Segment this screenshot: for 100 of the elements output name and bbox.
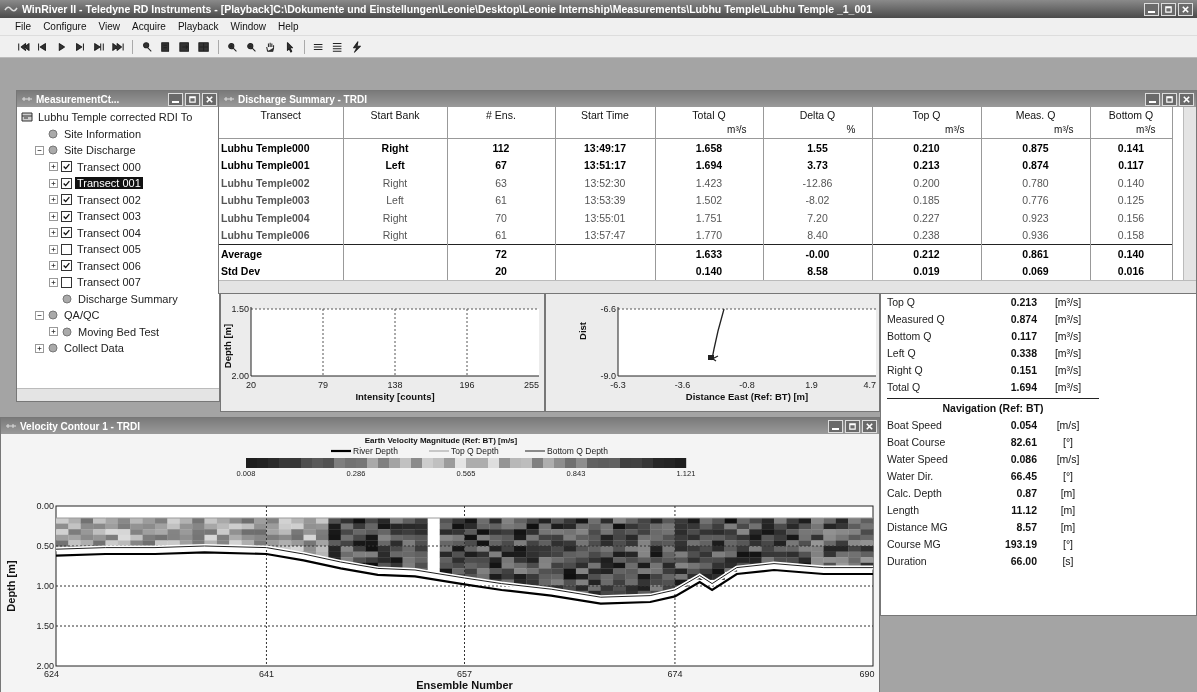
tick-label: 657: [457, 669, 472, 679]
vertical-scrollbar[interactable]: [1183, 107, 1196, 280]
column-header[interactable]: Top Q: [874, 108, 979, 123]
field-label: Course MG: [887, 537, 942, 552]
tree-item[interactable]: Site Information: [62, 127, 144, 140]
maximize-button[interactable]: [845, 419, 860, 433]
menu-item[interactable]: View: [93, 21, 125, 32]
column-header[interactable]: Bottom Q: [1092, 108, 1170, 123]
checkbox[interactable]: [61, 276, 72, 288]
maximize-button[interactable]: [1162, 92, 1177, 106]
expander[interactable]: [49, 327, 58, 337]
bullet-icon: [61, 292, 73, 305]
tree-item[interactable]: QA/QC: [62, 309, 102, 322]
expander[interactable]: [49, 195, 58, 205]
ship-track-drawing: [708, 308, 725, 362]
menu-item[interactable]: Window: [225, 21, 272, 32]
minimize-button[interactable]: [828, 419, 843, 433]
expander[interactable]: [49, 277, 58, 287]
horizontal-scrollbar[interactable]: [17, 388, 219, 401]
column-header[interactable]: Delta Q: [765, 108, 870, 123]
bullet-icon: [61, 325, 73, 338]
legend-label: Bottom Q Depth: [547, 446, 608, 456]
tree-item[interactable]: Site Discharge: [62, 144, 138, 157]
tree-item[interactable]: Collect Data: [62, 342, 126, 355]
unit-label: %: [846, 124, 856, 135]
expander[interactable]: [49, 211, 58, 221]
checkbox[interactable]: [61, 210, 72, 222]
table-cell: Right: [381, 141, 409, 154]
menu-item[interactable]: Configure: [38, 21, 92, 32]
tree-item[interactable]: Transect 006: [75, 259, 143, 272]
close-button[interactable]: [862, 419, 877, 433]
tick-label: 2.00: [231, 371, 249, 381]
tick-label: 2.00: [36, 661, 54, 671]
maximize-icon: [188, 94, 197, 104]
checkbox[interactable]: [61, 177, 72, 189]
checkbox[interactable]: [61, 243, 72, 255]
tree-item[interactable]: Transect 007: [75, 276, 143, 289]
maximize-button[interactable]: [185, 92, 200, 106]
expander[interactable]: [35, 145, 44, 155]
axis-label: Ensemble Number: [416, 679, 513, 691]
tree-item[interactable]: Transect 005: [75, 243, 143, 256]
close-button[interactable]: [1179, 92, 1194, 106]
expander[interactable]: [49, 162, 58, 172]
column-header[interactable]: Start Time: [557, 108, 653, 123]
close-button[interactable]: [202, 92, 217, 106]
minimize-button[interactable]: [168, 92, 183, 106]
field-label: Left Q: [887, 346, 917, 361]
table-cell: 0.141: [1117, 141, 1145, 154]
menu-item[interactable]: File: [10, 21, 37, 32]
tick-label: 79: [318, 380, 328, 390]
expander[interactable]: [35, 343, 44, 353]
close-button[interactable]: [1178, 2, 1193, 16]
field-value: 8.57: [1015, 520, 1037, 535]
column-header[interactable]: Start Bank: [345, 108, 445, 123]
checkbox[interactable]: [61, 161, 72, 173]
menu-item[interactable]: Help: [273, 21, 304, 32]
expander[interactable]: [49, 261, 58, 271]
menu-item[interactable]: Acquire: [127, 21, 171, 32]
table-cell: 0.227: [913, 211, 940, 224]
table-cell: Lubhu Temple000: [221, 141, 310, 154]
horizontal-scrollbar[interactable]: [219, 280, 1196, 293]
field-label: Boat Speed: [887, 418, 943, 433]
plus-icon: [50, 229, 57, 237]
maximize-icon: [848, 421, 857, 431]
tree-item[interactable]: Transect 000: [75, 160, 143, 173]
tree-item[interactable]: Discharge Summary: [76, 292, 180, 305]
legend-line: [524, 450, 546, 452]
column-header[interactable]: # Ens.: [449, 108, 553, 123]
table-cell: 61: [495, 229, 507, 242]
expander[interactable]: [49, 244, 58, 254]
column-header[interactable]: Transect: [221, 108, 341, 123]
expander[interactable]: [49, 178, 58, 188]
tree-item[interactable]: Lubhu Temple corrected RDI To: [36, 111, 195, 124]
tree-item[interactable]: Transect 004: [75, 226, 143, 239]
unit-label: [m³/s]: [1053, 380, 1083, 395]
skip-last-icon: [111, 40, 125, 53]
checkbox[interactable]: [61, 260, 72, 272]
table-cell: 1.751: [695, 211, 723, 224]
minimize-button[interactable]: [1145, 92, 1160, 106]
table-cell: 8.40: [807, 229, 828, 242]
tree-item[interactable]: Transect 002: [75, 193, 143, 206]
checkbox[interactable]: [61, 194, 72, 206]
table-cell: 0.776: [1022, 194, 1049, 207]
expander[interactable]: [49, 228, 58, 238]
plus-icon: [50, 245, 57, 253]
tree-item[interactable]: Transect 001: [75, 177, 143, 190]
menu-item[interactable]: Playback: [172, 21, 224, 32]
minimize-button[interactable]: [1144, 2, 1159, 16]
field-value: 66.00: [1009, 554, 1037, 569]
unit-label: [°]: [1061, 469, 1074, 484]
table-cell: 112: [492, 141, 510, 154]
column-header[interactable]: Total Q: [657, 108, 761, 123]
maximize-button[interactable]: [1161, 2, 1176, 16]
checkbox[interactable]: [61, 227, 72, 239]
column-header[interactable]: Meas. Q: [983, 108, 1088, 123]
tree-item[interactable]: Moving Bed Test: [76, 325, 162, 338]
plus-icon: [50, 212, 57, 220]
tree-item[interactable]: Transect 003: [75, 210, 143, 223]
table-cell: 1.502: [695, 194, 723, 207]
expander[interactable]: [35, 310, 44, 320]
